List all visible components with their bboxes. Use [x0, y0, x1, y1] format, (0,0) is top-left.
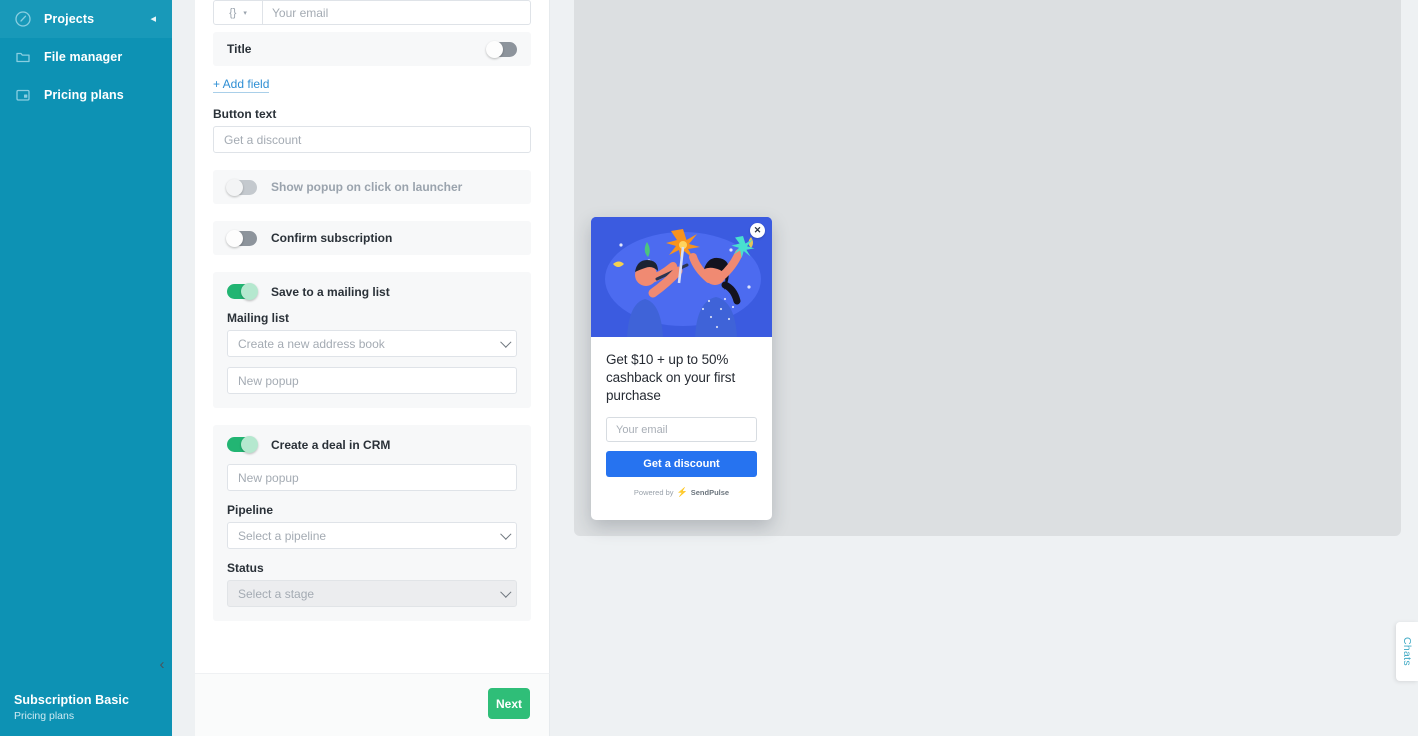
pipeline-label: Pipeline	[227, 503, 274, 517]
popup-email-input[interactable]: Your email	[606, 417, 757, 443]
powered-by-text: Powered by	[633, 488, 674, 498]
celebration-illustration	[591, 217, 772, 337]
chevron-down-icon	[500, 528, 512, 540]
sendpulse-brand: SendPulse	[690, 488, 730, 498]
lightning-bolt-icon: ⚡	[676, 487, 688, 498]
chevron-down-icon	[500, 586, 512, 598]
title-toggle[interactable]	[486, 40, 517, 58]
show-on-launcher-row: Show popup on click on launcher	[213, 170, 531, 204]
mailing-list-select-value: Create a new address book	[238, 336, 385, 351]
settings-panel-body: {} ▾ Your email Title + Add field Button…	[195, 0, 549, 621]
crm-deal-header: Create a deal in CRM	[227, 436, 517, 453]
sidebar-item-file-manager[interactable]: File manager	[0, 38, 172, 76]
show-on-launcher-toggle[interactable]	[226, 178, 257, 196]
title-toggle-row: Title	[213, 32, 531, 66]
title-label: Title	[227, 42, 252, 56]
next-button[interactable]: Next	[488, 688, 530, 719]
popup-headline: Get $10 + up to 50% cashback on your fir…	[606, 352, 736, 403]
confirm-subscription-row: Confirm subscription	[213, 221, 531, 255]
chats-tab[interactable]: Chats	[1396, 622, 1418, 681]
status-label: Status	[227, 561, 264, 575]
sidebar-item-label: Pricing plans	[44, 88, 124, 102]
mailing-list-toggle-label: Save to a mailing list	[271, 284, 390, 299]
crm-deal-toggle[interactable]	[227, 436, 258, 453]
chats-tab-label: Chats	[1401, 637, 1413, 666]
crm-deal-name-input[interactable]: New popup	[227, 464, 517, 491]
popup-cta-button[interactable]: Get a discount	[606, 451, 757, 478]
sidebar-gutter	[172, 0, 195, 736]
add-field-link[interactable]: + Add field	[213, 77, 270, 93]
chevron-down-icon	[500, 336, 512, 348]
toggle-knob	[226, 229, 243, 247]
card-window-icon	[14, 86, 32, 104]
sidebar-item-pricing-plans[interactable]: Pricing plans	[0, 76, 172, 114]
settings-panel-footer: Next	[195, 673, 550, 736]
settings-panel: {} ▾ Your email Title + Add field Button…	[195, 0, 550, 673]
crm-deal-toggle-label: Create a deal in CRM	[271, 437, 391, 452]
toggle-knob	[486, 40, 503, 58]
email-field-row[interactable]: {} ▾ Your email	[213, 0, 531, 25]
mailing-list-select[interactable]: Create a new address book	[227, 330, 517, 357]
folder-icon	[14, 48, 32, 66]
chevron-left-icon[interactable]: ◂	[150, 13, 156, 25]
crm-deal-card: Create a deal in CRM New popup Pipeline …	[213, 425, 531, 621]
mailing-list-name-input[interactable]: New popup	[227, 367, 517, 394]
sidebar-item-label: File manager	[44, 50, 123, 64]
sidebar-item-label: Projects	[44, 12, 95, 26]
subscription-info[interactable]: Subscription Basic Pricing plans	[0, 693, 172, 722]
mailing-list-label: Mailing list	[227, 311, 290, 325]
mailing-list-toggle[interactable]	[227, 283, 258, 300]
sidebar-item-projects[interactable]: Projects ◂	[0, 0, 172, 38]
email-field-placeholder[interactable]: Your email	[263, 1, 328, 24]
mailing-list-header: Save to a mailing list	[227, 283, 517, 300]
confirm-subscription-label: Confirm subscription	[271, 231, 393, 245]
pipeline-select-value: Select a pipeline	[238, 528, 327, 543]
sidebar: Projects ◂ File manager Pricing plans Su…	[0, 0, 172, 736]
pipeline-select[interactable]: Select a pipeline	[227, 522, 517, 549]
app-root: Projects ◂ File manager Pricing plans Su…	[0, 0, 1418, 736]
popup-body: Get $10 + up to 50% cashback on your fir…	[591, 337, 772, 507]
chevron-down-icon: ▾	[243, 9, 247, 17]
subscription-subtitle: Pricing plans	[14, 710, 75, 722]
mailing-list-card: Save to a mailing list Mailing list Crea…	[213, 272, 531, 408]
status-select-value: Select a stage	[238, 586, 315, 601]
button-text-group: Button text Get a discount	[213, 107, 531, 153]
popup-close-button[interactable]: ✕	[750, 223, 765, 238]
sidebar-collapse-button[interactable]: ‹	[150, 652, 174, 676]
powered-by: Powered by ⚡ SendPulse	[606, 487, 757, 498]
clock-circle-icon	[14, 10, 32, 28]
braces-icon: {}	[229, 6, 237, 19]
toggle-knob	[241, 436, 258, 453]
button-text-input[interactable]: Get a discount	[213, 126, 531, 153]
confirm-subscription-toggle[interactable]	[226, 229, 257, 247]
subscription-title: Subscription Basic	[14, 693, 130, 707]
popup-hero-illustration: ✕	[591, 217, 772, 337]
popup-preview: ✕ Get $10 + up to 50% cashback on your f…	[591, 217, 772, 520]
merge-tag-selector[interactable]: {} ▾	[214, 1, 263, 24]
toggle-knob	[226, 178, 243, 196]
show-on-launcher-label: Show popup on click on launcher	[271, 180, 463, 194]
toggle-knob	[241, 283, 258, 300]
button-text-label: Button text	[213, 107, 277, 121]
status-select[interactable]: Select a stage	[227, 580, 517, 607]
